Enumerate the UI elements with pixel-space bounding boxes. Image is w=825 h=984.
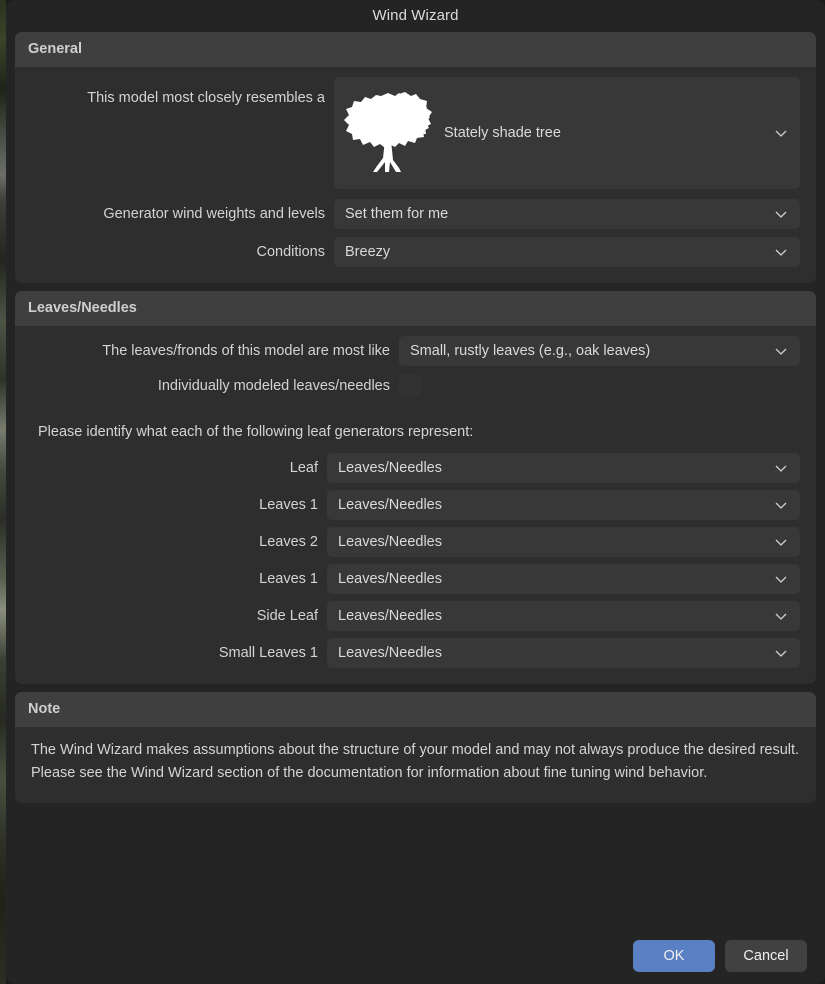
leaf-kind-label: The leaves/fronds of this model are most… bbox=[102, 343, 390, 359]
leaf-generator-dropdown[interactable]: Leaves/Needles bbox=[327, 601, 800, 631]
ok-button-label: OK bbox=[663, 948, 685, 964]
leaf-generator-row: Leaf Leaves/Needles bbox=[31, 453, 800, 483]
general-group: General This model most closely resemble… bbox=[15, 32, 816, 283]
generators-prompt: Please identify what each of the followi… bbox=[38, 424, 474, 440]
note-group-header: Note bbox=[15, 692, 816, 727]
chevron-down-icon[interactable] bbox=[773, 571, 789, 587]
leaves-needles-group-header: Leaves/Needles bbox=[15, 291, 816, 326]
leaf-generator-dropdown[interactable]: Leaves/Needles bbox=[327, 453, 800, 483]
leaf-generator-value: Leaves/Needles bbox=[338, 497, 442, 513]
note-group-body: The Wind Wizard makes assumptions about … bbox=[15, 727, 816, 803]
general-group-header-label: General bbox=[28, 41, 82, 57]
leaf-generator-value: Leaves/Needles bbox=[338, 645, 442, 661]
leaf-generator-value: Leaves/Needles bbox=[338, 534, 442, 550]
individually-modeled-label: Individually modeled leaves/needles bbox=[157, 377, 390, 394]
leaf-generator-label: Leaf bbox=[289, 460, 318, 476]
wind-weights-row: Generator wind weights and levels Set th… bbox=[31, 199, 800, 229]
leaf-generator-row: Small Leaves 1 Leaves/Needles bbox=[31, 638, 800, 668]
leaves-needles-group-body: The leaves/fronds of this model are most… bbox=[15, 326, 816, 684]
leaf-generator-dropdown[interactable]: Leaves/Needles bbox=[327, 638, 800, 668]
page-title: Wind Wizard bbox=[372, 7, 459, 24]
chevron-down-icon[interactable] bbox=[773, 497, 789, 513]
leaf-generators-list: Leaf Leaves/Needles Leaves 1 Leaves/Need… bbox=[31, 453, 800, 668]
leaf-generator-label: Leaves 1 bbox=[259, 497, 318, 513]
wind-weights-label: Generator wind weights and levels bbox=[103, 206, 325, 222]
leaf-generator-row: Leaves 1 Leaves/Needles bbox=[31, 564, 800, 594]
cancel-button-label: Cancel bbox=[743, 948, 789, 964]
leaf-generator-value: Leaves/Needles bbox=[338, 608, 442, 624]
individually-modeled-row: Individually modeled leaves/needles bbox=[31, 374, 800, 397]
leaf-generator-label: Side Leaf bbox=[256, 608, 318, 624]
cancel-button[interactable]: Cancel bbox=[725, 940, 807, 972]
tree-silhouette-icon bbox=[334, 83, 444, 183]
conditions-value: Breezy bbox=[345, 244, 391, 260]
general-group-header: General bbox=[15, 32, 816, 67]
individually-modeled-checkbox[interactable] bbox=[399, 374, 422, 397]
leaf-generator-value: Leaves/Needles bbox=[338, 571, 442, 587]
leaf-generator-label: Leaves 2 bbox=[259, 534, 318, 550]
leaves-needles-group: Leaves/Needles The leaves/fronds of this… bbox=[15, 291, 816, 684]
chevron-down-icon[interactable] bbox=[773, 460, 789, 476]
conditions-dropdown[interactable]: Breezy bbox=[334, 237, 800, 267]
leaf-generator-dropdown[interactable]: Leaves/Needles bbox=[327, 527, 800, 557]
chevron-down-icon[interactable] bbox=[773, 125, 789, 141]
wind-weights-dropdown[interactable]: Set them for me bbox=[334, 199, 800, 229]
leaf-generator-value: Leaves/Needles bbox=[338, 460, 442, 476]
chevron-down-icon[interactable] bbox=[773, 608, 789, 624]
leaf-generator-dropdown[interactable]: Leaves/Needles bbox=[327, 564, 800, 594]
note-group: Note The Wind Wizard makes assumptions a… bbox=[15, 692, 816, 803]
note-group-header-label: Note bbox=[28, 701, 61, 717]
note-text: The Wind Wizard makes assumptions about … bbox=[31, 742, 800, 781]
dialog-footer: OK Cancel bbox=[633, 940, 807, 972]
leaf-kind-value: Small, rustly leaves (e.g., oak leaves) bbox=[410, 343, 651, 359]
model-resembles-row: This model most closely resembles a Stat… bbox=[31, 77, 800, 189]
dialog-title-bar: Wind Wizard bbox=[6, 0, 825, 32]
leaf-generator-row: Leaves 1 Leaves/Needles bbox=[31, 490, 800, 520]
chevron-down-icon[interactable] bbox=[773, 645, 789, 661]
model-resembles-value: Stately shade tree bbox=[444, 125, 561, 141]
model-resembles-dropdown[interactable]: Stately shade tree bbox=[334, 77, 800, 189]
ok-button[interactable]: OK bbox=[633, 940, 715, 972]
general-group-body: This model most closely resembles a Stat… bbox=[15, 67, 816, 283]
conditions-label: Conditions bbox=[256, 244, 325, 260]
wind-wizard-dialog: Wind Wizard General This model most clos… bbox=[6, 0, 825, 984]
conditions-row: Conditions Breezy bbox=[31, 237, 800, 267]
chevron-down-icon[interactable] bbox=[773, 343, 789, 359]
wind-weights-value: Set them for me bbox=[345, 206, 449, 222]
leaf-generator-dropdown[interactable]: Leaves/Needles bbox=[327, 490, 800, 520]
leaf-generator-row: Leaves 2 Leaves/Needles bbox=[31, 527, 800, 557]
leaf-generator-label: Leaves 1 bbox=[259, 571, 318, 587]
leaf-generator-label: Small Leaves 1 bbox=[218, 645, 318, 661]
leaves-needles-group-header-label: Leaves/Needles bbox=[28, 300, 137, 316]
model-resembles-label: This model most closely resembles a bbox=[87, 90, 325, 106]
leaf-kind-dropdown[interactable]: Small, rustly leaves (e.g., oak leaves) bbox=[399, 336, 800, 366]
leaf-kind-row: The leaves/fronds of this model are most… bbox=[31, 336, 800, 366]
leaf-generator-row: Side Leaf Leaves/Needles bbox=[31, 601, 800, 631]
chevron-down-icon[interactable] bbox=[773, 206, 789, 222]
chevron-down-icon[interactable] bbox=[773, 244, 789, 260]
chevron-down-icon[interactable] bbox=[773, 534, 789, 550]
